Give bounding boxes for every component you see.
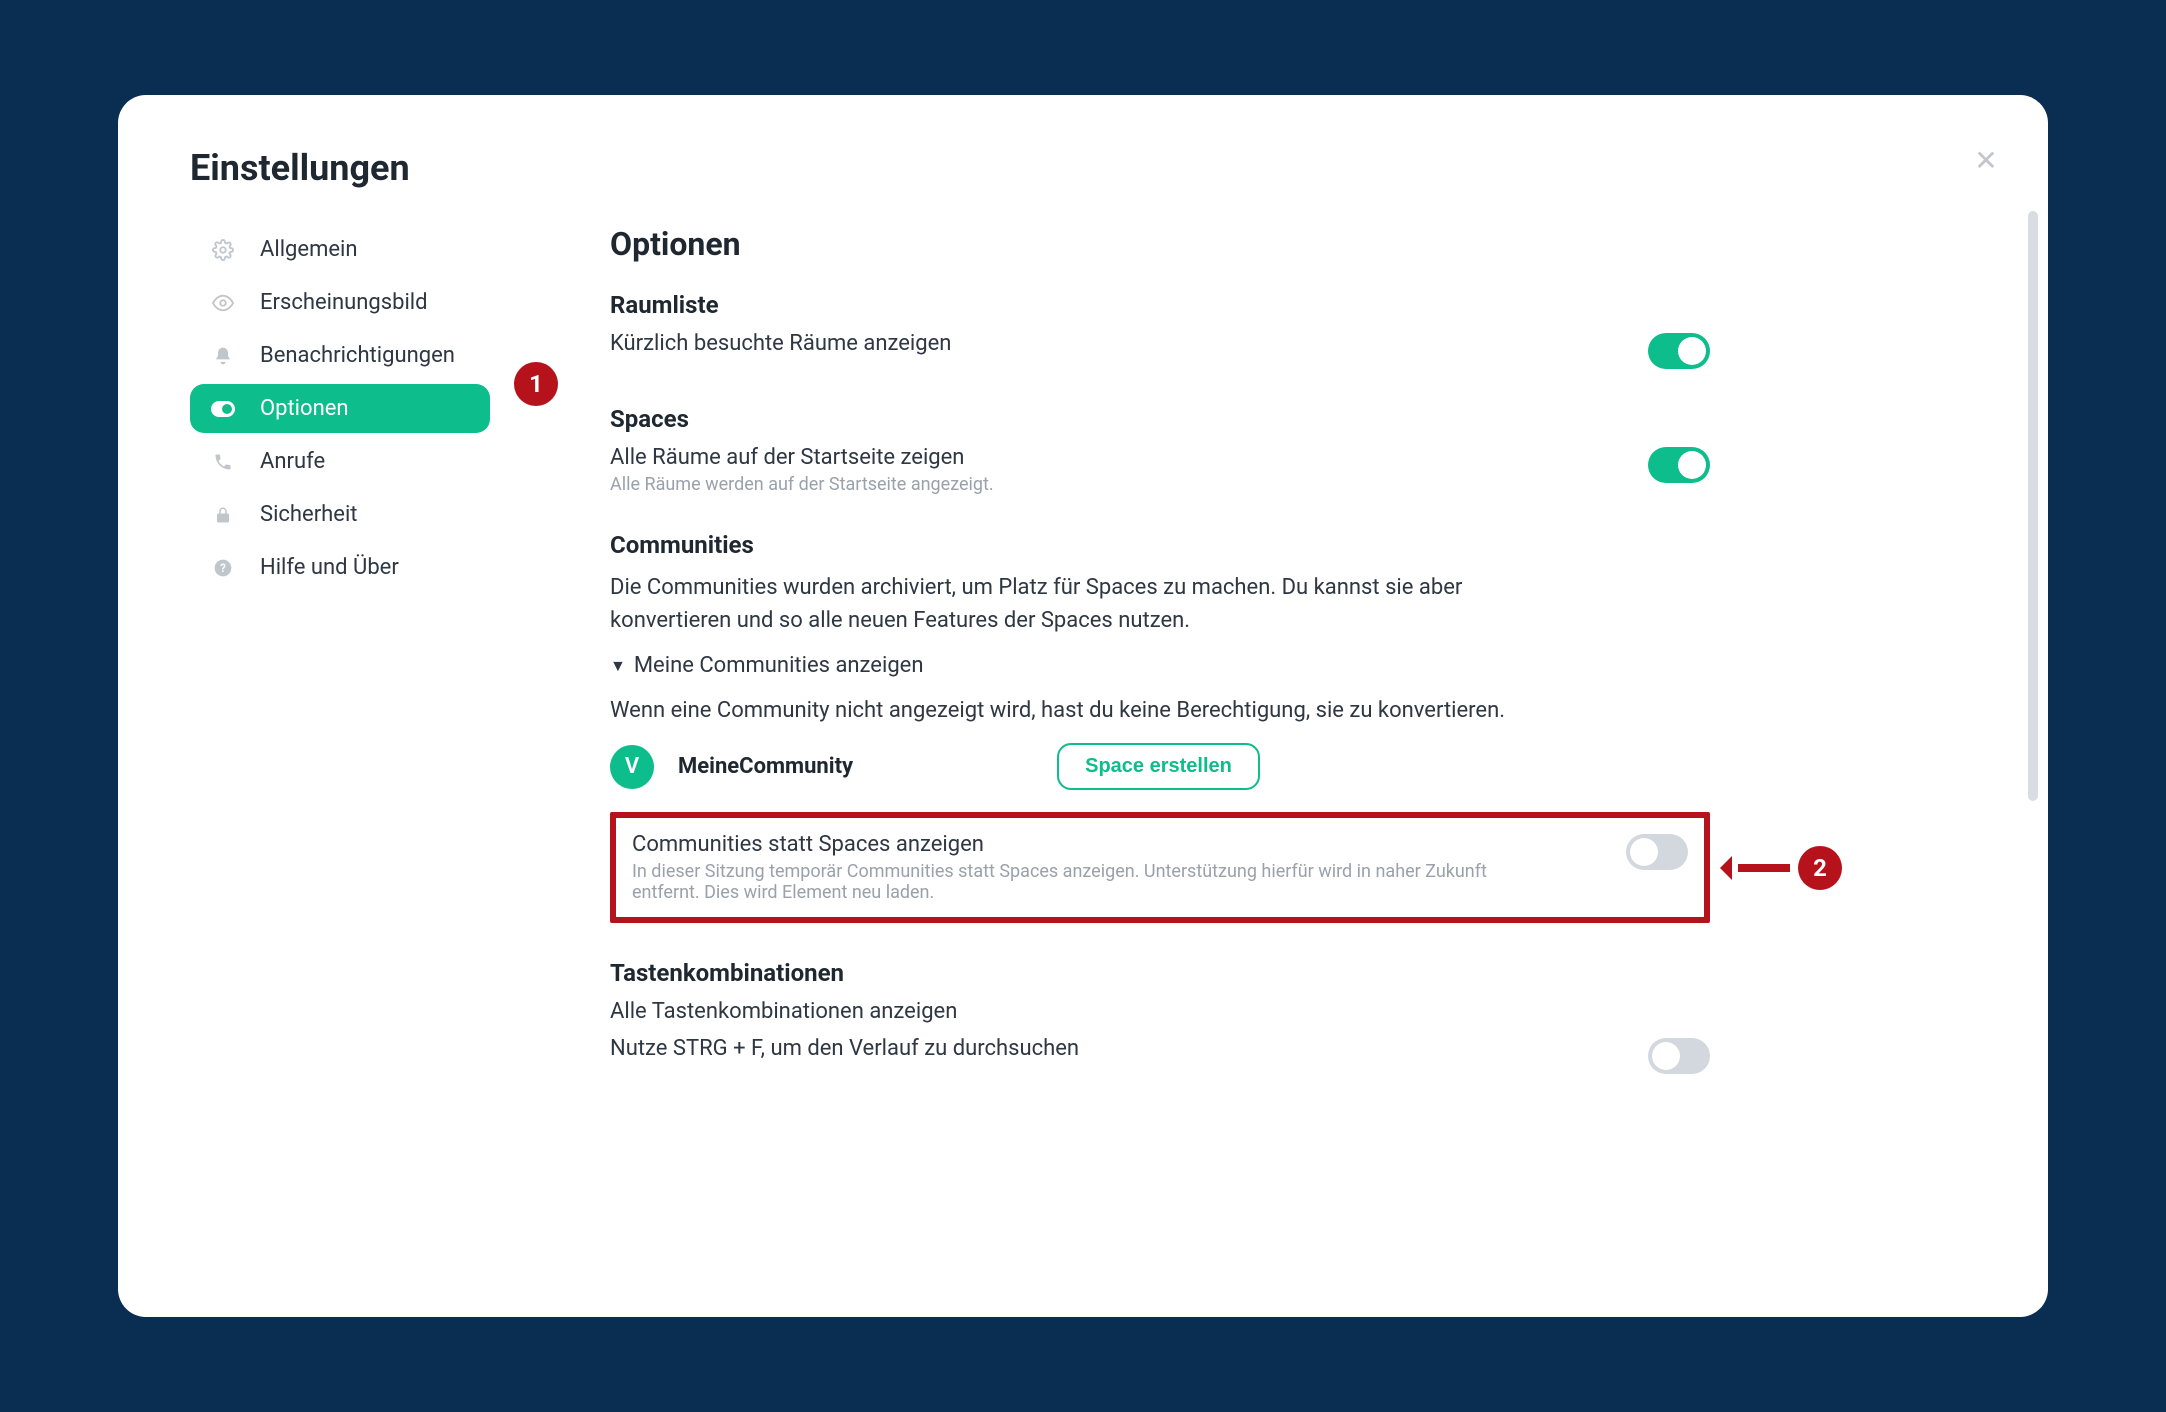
help-icon: ? <box>210 558 236 578</box>
arrow-left-icon <box>1720 859 1790 877</box>
sidebar-item-label: Hilfe und Über <box>260 555 399 580</box>
gear-icon <box>210 239 236 261</box>
annotation-badge-2: 2 <box>1798 846 1842 890</box>
show-communities-sublabel: In dieser Sitzung temporär Communities s… <box>632 861 1532 903</box>
section-roomlist-heading: Raumliste <box>610 291 1710 319</box>
sidebar-item-appearance[interactable]: Erscheinungsbild <box>190 278 490 327</box>
communities-archived-text: Die Communities wurden archiviert, um Pl… <box>610 571 1510 637</box>
disclosure-label: Meine Communities anzeigen <box>634 653 924 678</box>
community-list-item: V MeineCommunity Space erstellen <box>610 743 1710 790</box>
settings-sidebar: Allgemein Erscheinungsbild Benachrichtig… <box>190 225 490 1086</box>
allrooms-label: Alle Räume auf der Startseite zeigen <box>610 445 994 470</box>
dialog-title: Einstellungen <box>190 147 2008 189</box>
scrollbar[interactable] <box>2028 211 2038 801</box>
sidebar-item-label: Allgemein <box>260 237 358 262</box>
sidebar-item-help[interactable]: ? Hilfe und Über <box>190 543 490 592</box>
community-avatar: V <box>610 745 654 789</box>
phone-icon <box>210 452 236 472</box>
sidebar-item-label: Anrufe <box>260 449 325 474</box>
page-heading: Optionen <box>610 225 1710 263</box>
lock-icon <box>210 505 236 525</box>
sidebar-item-label: Sicherheit <box>260 502 358 527</box>
settings-main-panel: Optionen Raumliste Kürzlich besuchte Räu… <box>610 225 1750 1086</box>
sidebar-item-security[interactable]: Sicherheit <box>190 490 490 539</box>
recent-rooms-label: Kürzlich besuchte Räume anzeigen <box>610 331 951 356</box>
show-my-communities-disclosure[interactable]: ▼ Meine Communities anzeigen <box>610 653 1710 678</box>
section-spaces-heading: Spaces <box>610 405 1710 433</box>
community-name: MeineCommunity <box>678 754 853 779</box>
sidebar-item-calls[interactable]: Anrufe <box>190 437 490 486</box>
ctrlf-search-toggle[interactable] <box>1648 1038 1710 1074</box>
ctrlf-search-label: Nutze STRG + F, um den Verlauf zu durchs… <box>610 1036 1079 1061</box>
allrooms-sublabel: Alle Räume werden auf der Startseite ang… <box>610 474 994 495</box>
communities-permission-text: Wenn eine Community nicht angezeigt wird… <box>610 694 1510 727</box>
annotation-highlight-box: Communities statt Spaces anzeigen In die… <box>610 812 1710 923</box>
show-all-shortcuts-label: Alle Tastenkombinationen anzeigen <box>610 999 957 1024</box>
close-icon[interactable]: ✕ <box>1972 147 2000 175</box>
sidebar-item-label: Benachrichtigungen <box>260 343 455 368</box>
show-communities-label: Communities statt Spaces anzeigen <box>632 832 1532 857</box>
allrooms-toggle[interactable] <box>1648 447 1710 483</box>
sidebar-item-label: Optionen <box>260 396 349 421</box>
sidebar-item-general[interactable]: Allgemein <box>190 225 490 274</box>
create-space-button[interactable]: Space erstellen <box>1057 743 1260 790</box>
show-communities-toggle[interactable] <box>1626 834 1688 870</box>
settings-dialog: ✕ Einstellungen Allgemein Erscheinungsbi… <box>118 95 2048 1317</box>
sidebar-item-notifications[interactable]: Benachrichtigungen <box>190 331 490 380</box>
annotation-arrow-2: 2 <box>1720 846 1842 890</box>
sidebar-item-options[interactable]: Optionen 1 <box>190 384 490 433</box>
bell-icon <box>210 346 236 366</box>
recent-rooms-toggle[interactable] <box>1648 333 1710 369</box>
chevron-down-icon: ▼ <box>610 656 626 676</box>
section-shortcuts-heading: Tastenkombinationen <box>610 959 1710 987</box>
toggle-icon <box>210 401 236 417</box>
eye-icon <box>210 292 236 314</box>
annotation-badge-1: 1 <box>514 362 558 406</box>
svg-text:?: ? <box>220 561 226 575</box>
section-communities-heading: Communities <box>610 531 1710 559</box>
sidebar-item-label: Erscheinungsbild <box>260 290 428 315</box>
